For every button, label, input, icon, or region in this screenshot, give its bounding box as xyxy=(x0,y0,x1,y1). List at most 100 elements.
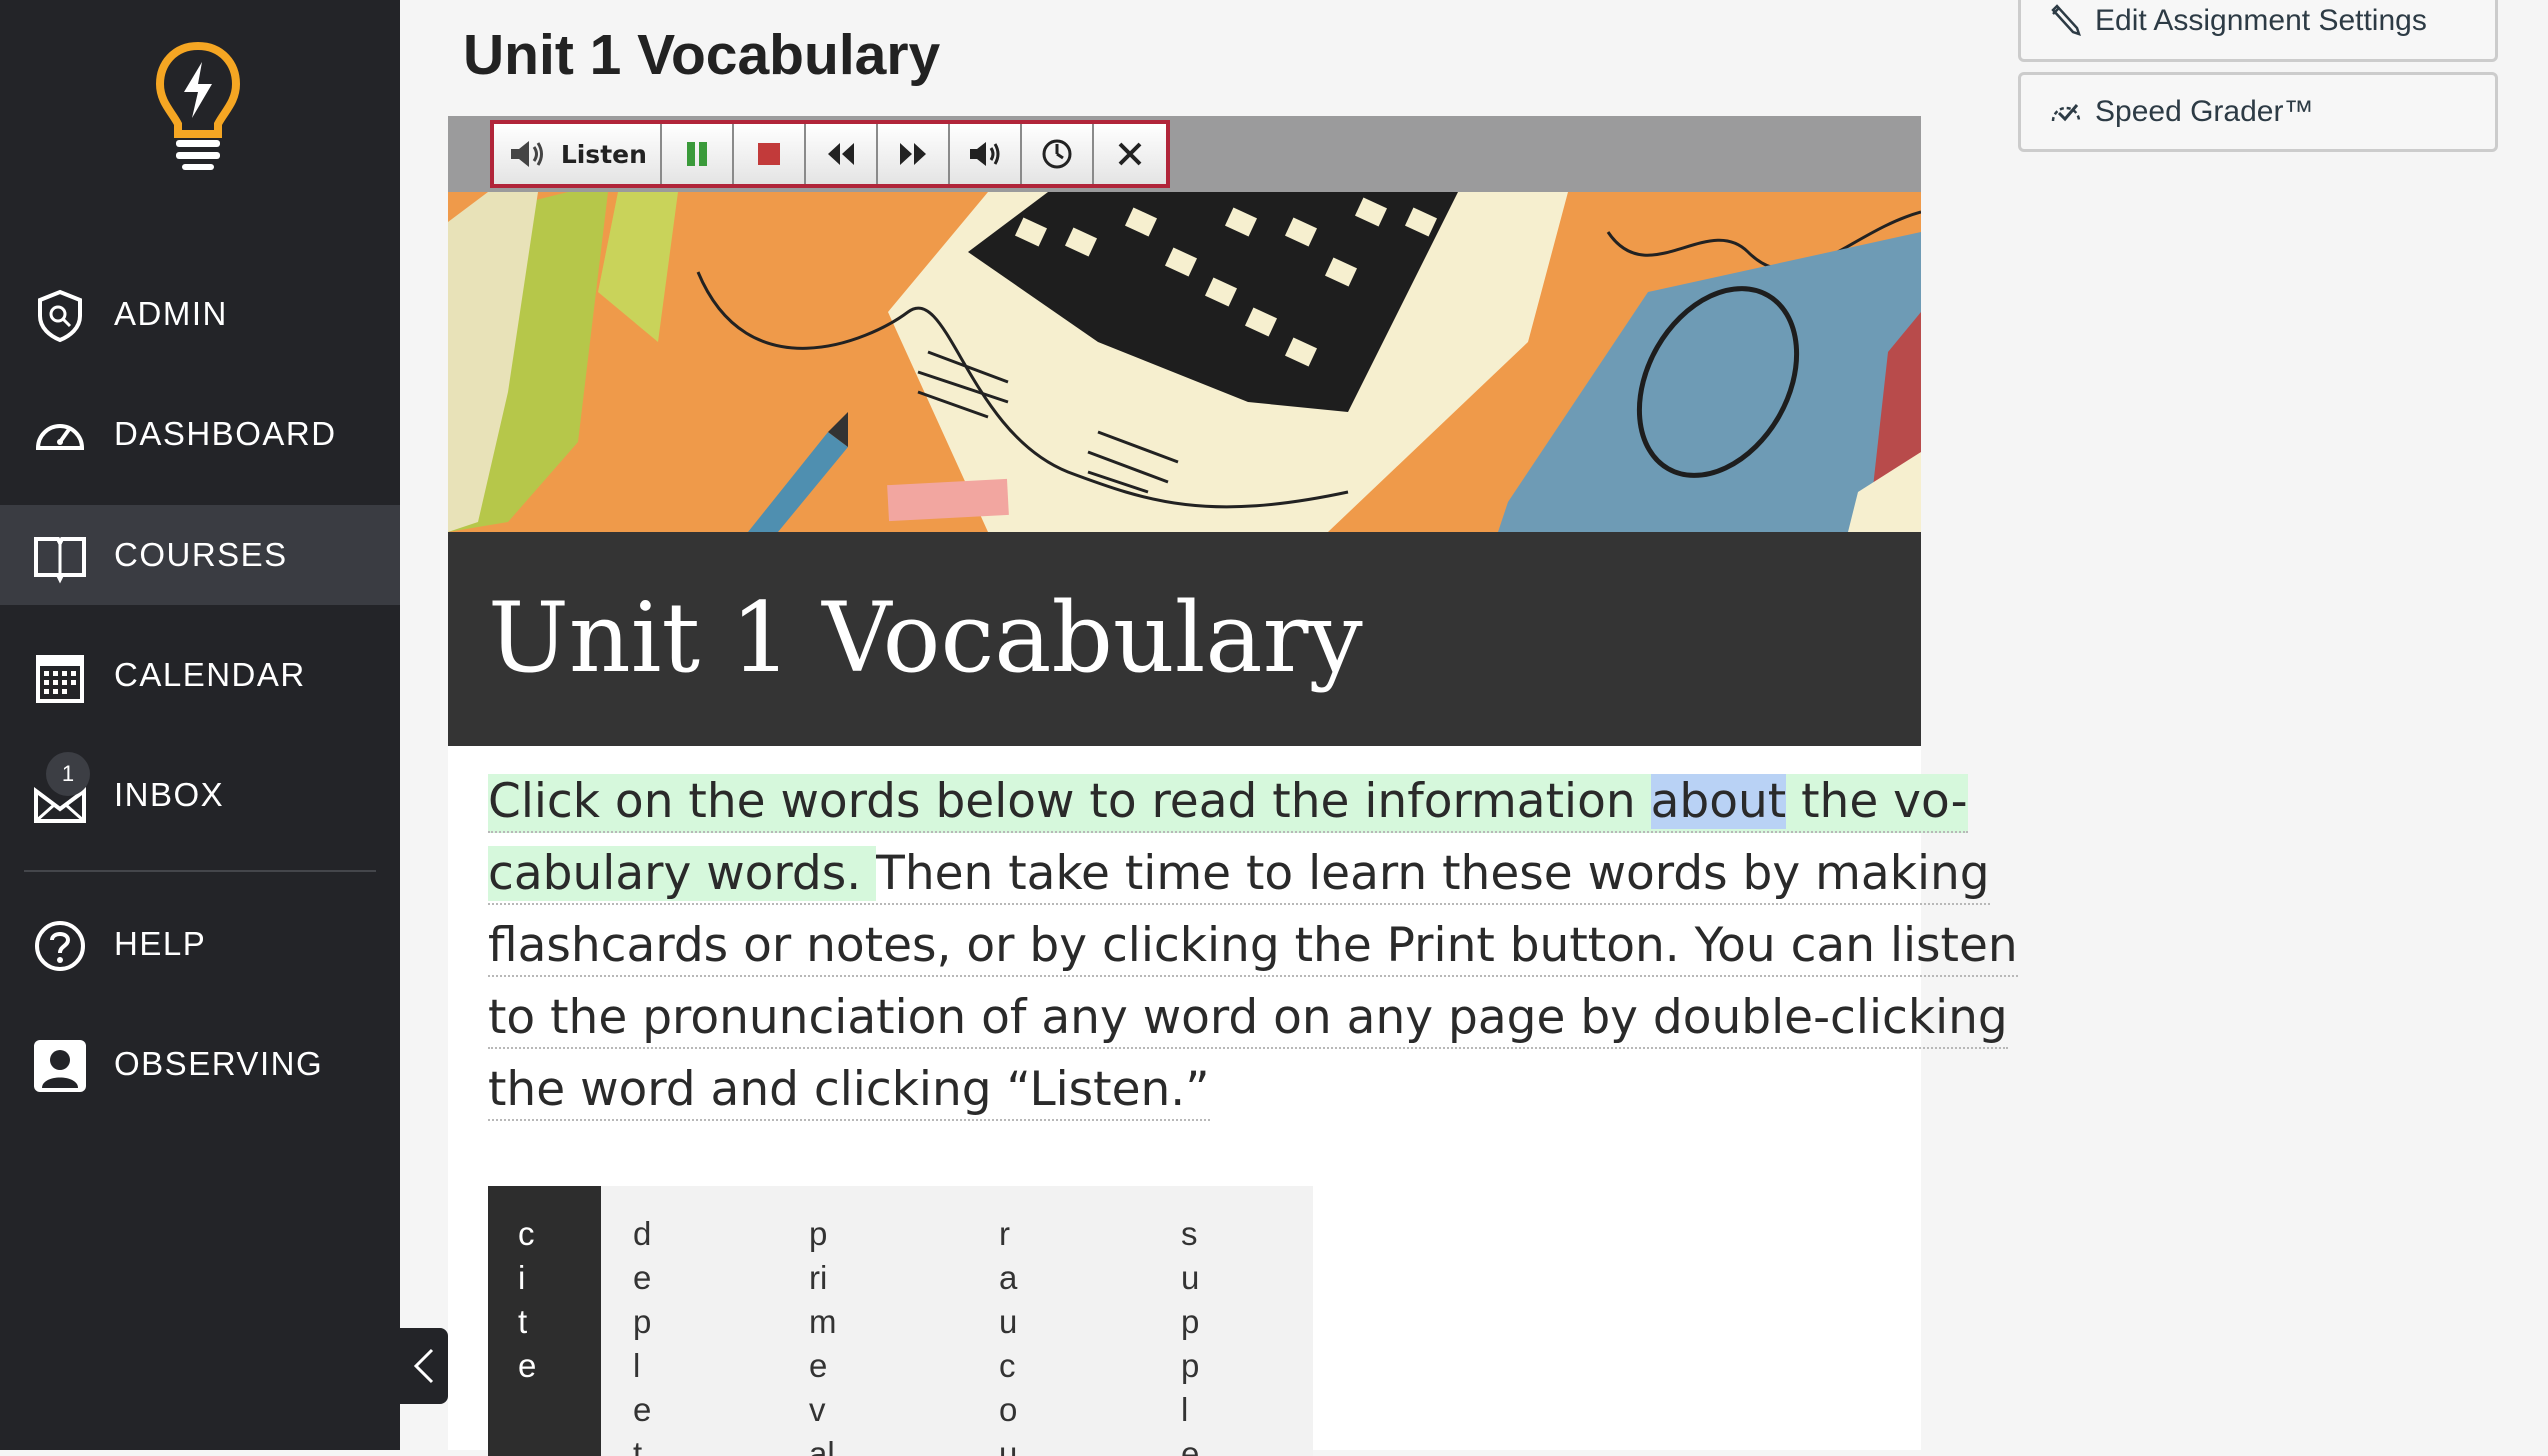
edit-assignment-label: Edit Assignment Settings xyxy=(2095,4,2427,37)
word-letter: a xyxy=(999,1259,1018,1296)
sidebar-item-admin[interactable]: ADMIN xyxy=(0,264,400,364)
intro-line: cabulary words. Then take time to learn … xyxy=(488,838,1990,910)
word-letter: p xyxy=(1181,1347,1200,1384)
intro-line: Click on the words below to read the inf… xyxy=(488,766,1968,838)
sidebar-item-label: CALENDAR xyxy=(114,656,306,693)
speed-grader-icon xyxy=(2051,104,2081,122)
word-letter: p xyxy=(1181,1303,1200,1340)
page-title: Unit 1 Vocabulary xyxy=(463,23,941,87)
intro-text: Then take time to learn these words by m… xyxy=(876,846,1990,901)
speed-clock-icon xyxy=(1042,139,1072,169)
word-letter: i xyxy=(518,1259,526,1296)
word-letter: p xyxy=(809,1215,828,1252)
speed-grader-button[interactable]: Speed Grader™ xyxy=(2018,72,2498,152)
tts-toolbar: Listen xyxy=(490,120,1170,188)
sidebar-item-label: INBOX xyxy=(114,776,225,813)
rewind-icon xyxy=(827,143,854,165)
word-tab-deplete[interactable]: d e p l e t xyxy=(601,1186,779,1456)
word-letter: o xyxy=(999,1391,1018,1428)
stop-button[interactable] xyxy=(733,124,806,184)
help-icon xyxy=(35,921,85,971)
lesson-title-box: Unit 1 Vocabulary xyxy=(448,532,1921,746)
word-letter: e xyxy=(1181,1435,1200,1456)
vocabulary-word-tabs: c i t e d e p l e t p ri m e v al r a u … xyxy=(488,1186,1313,1456)
sidebar-item-label: COURSES xyxy=(114,536,288,573)
listen-button[interactable]: Listen xyxy=(494,124,662,184)
word-letter: u xyxy=(999,1303,1018,1340)
intro-paragraph: Click on the words below to read the inf… xyxy=(488,766,2018,1126)
fast-forward-icon xyxy=(899,143,926,165)
word-letter: s xyxy=(1181,1215,1198,1252)
sidebar-item-help[interactable]: HELP xyxy=(0,894,400,994)
pencil-icon xyxy=(2051,4,2081,36)
close-icon xyxy=(1118,142,1142,166)
sidebar: ADMIN DASHBOARD COURSES CALENDAR INBOX 1… xyxy=(0,0,400,1450)
word-letter: e xyxy=(518,1347,537,1384)
word-letter: c xyxy=(518,1215,535,1252)
word-tab-raucous[interactable]: r a u c o u xyxy=(969,1186,1151,1456)
intro-line: to the pronunciation of any word on any … xyxy=(488,982,2008,1054)
rewind-button[interactable] xyxy=(805,124,878,184)
calendar-icon xyxy=(36,655,84,703)
word-letter: al xyxy=(809,1435,835,1456)
word-letter: v xyxy=(809,1391,826,1428)
vocabulary-banner-image xyxy=(448,192,1921,532)
collapse-sidebar-button[interactable] xyxy=(400,1328,448,1404)
text-to-speech-bar: Listen xyxy=(448,116,1921,192)
word-tab-supple[interactable]: s u p p l e xyxy=(1151,1186,1313,1456)
inbox-unread-badge: 1 xyxy=(46,752,90,796)
fast-forward-button[interactable] xyxy=(877,124,950,184)
word-letter: ri xyxy=(809,1259,828,1296)
word-tab-cite[interactable]: c i t e xyxy=(488,1186,601,1456)
word-letter: t xyxy=(633,1435,643,1456)
word-letter: e xyxy=(809,1347,828,1384)
sidebar-item-label: DASHBOARD xyxy=(114,415,337,452)
word-tab-primeval[interactable]: p ri m e v al xyxy=(779,1186,969,1456)
speed-grader-label: Speed Grader™ xyxy=(2095,95,2314,128)
intro-text: the vo- xyxy=(1786,774,1968,829)
intro-line: flashcards or notes, or by clicking the … xyxy=(488,910,2018,982)
word-letter: c xyxy=(999,1347,1016,1384)
sidebar-item-courses[interactable]: COURSES xyxy=(0,505,400,605)
edit-assignment-settings-button[interactable]: Edit Assignment Settings xyxy=(2018,0,2498,62)
pause-icon xyxy=(686,142,707,166)
word-letter: m xyxy=(809,1303,837,1340)
word-letter: u xyxy=(1181,1259,1200,1296)
word-letter: d xyxy=(633,1215,652,1252)
close-tts-button[interactable] xyxy=(1094,124,1167,184)
sidebar-item-dashboard[interactable]: DASHBOARD xyxy=(0,384,400,484)
intro-text: cabulary words. xyxy=(488,846,877,901)
sidebar-item-label: OBSERVING xyxy=(114,1045,324,1082)
word-letter: e xyxy=(633,1391,652,1428)
word-letter: e xyxy=(633,1259,652,1296)
sidebar-item-label: HELP xyxy=(114,925,207,962)
word-letter: p xyxy=(633,1303,652,1340)
sidebar-item-observing[interactable]: OBSERVING xyxy=(0,1014,400,1114)
sidebar-item-calendar[interactable]: CALENDAR xyxy=(0,625,400,725)
intro-text: to the pronunciation of any word on any … xyxy=(488,990,2008,1049)
word-letter: t xyxy=(518,1303,528,1340)
stop-icon xyxy=(757,143,780,165)
lightbulb-logo-icon[interactable] xyxy=(154,40,242,172)
intro-text: Click on the words below to read the inf… xyxy=(488,774,1651,829)
word-letter: l xyxy=(1181,1391,1189,1428)
book-icon xyxy=(34,537,86,584)
listen-label: Listen xyxy=(560,139,647,169)
word-letter: r xyxy=(999,1215,1010,1252)
intro-text: the word and clicking “Listen.” xyxy=(488,1062,1210,1121)
intro-line: the word and clicking “Listen.” xyxy=(488,1054,1888,1126)
lesson-title: Unit 1 Vocabulary xyxy=(488,582,1363,694)
volume-button[interactable] xyxy=(949,124,1022,184)
pause-button[interactable] xyxy=(661,124,734,184)
chevron-left-icon xyxy=(413,1348,434,1384)
intro-text: flashcards or notes, or by clicking the … xyxy=(488,918,2018,977)
word-letter: l xyxy=(633,1347,641,1384)
shield-icon xyxy=(38,289,82,343)
word-letter: u xyxy=(999,1435,1018,1456)
assignment-content: Listen Unit 1 Vocabulary Click on the wo… xyxy=(448,116,2018,1456)
speed-button[interactable] xyxy=(1021,124,1095,184)
highlighted-word: about xyxy=(1650,774,1787,829)
speaker-icon xyxy=(510,141,543,167)
person-icon xyxy=(34,1040,86,1092)
volume-icon xyxy=(969,142,1000,166)
